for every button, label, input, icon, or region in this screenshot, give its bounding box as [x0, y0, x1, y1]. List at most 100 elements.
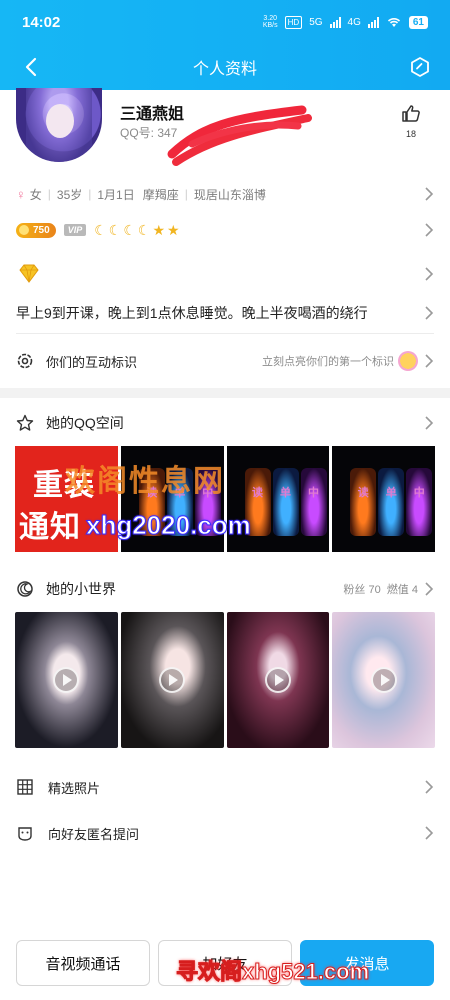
- coin-level-badge: 750: [16, 222, 56, 238]
- qzone-photo[interactable]: 读 单 中: [332, 446, 435, 552]
- moon-icon: ☾: [123, 222, 136, 238]
- thumbs-up-icon: [402, 105, 420, 122]
- play-icon: [159, 667, 186, 693]
- level-icons: ☾ ☾ ☾ ☾ ★ ★: [94, 223, 179, 237]
- separator: |: [184, 187, 188, 201]
- chevron-right-icon: [425, 780, 434, 794]
- avatar-face: [46, 104, 74, 138]
- world-title: 她的小世界: [46, 581, 116, 597]
- jar-label: 读: [252, 487, 263, 499]
- header-bar: 14:02 3.20 KB/s HD 5G 4G 61 个人资料: [0, 0, 450, 90]
- location: 现居山东淄博: [193, 187, 266, 202]
- back-button[interactable]: [18, 53, 44, 81]
- page-title: 个人资料: [192, 61, 257, 78]
- chevron-right-icon: [425, 354, 434, 368]
- gear-icon: [17, 353, 33, 369]
- video-call-button[interactable]: 音视频通话: [16, 940, 150, 986]
- gender: 女: [29, 187, 42, 202]
- net-speed: 3.20 KB/s: [262, 15, 278, 29]
- like-button[interactable]: 18: [400, 104, 422, 139]
- network-5g-label: 5G: [309, 16, 323, 28]
- jar-label: 单: [385, 487, 397, 499]
- hd-icon: HD: [284, 15, 303, 29]
- jar-image: [300, 468, 327, 536]
- interaction-hint: 立刻点亮你们的第一个标识: [262, 351, 418, 371]
- video-thumbnail[interactable]: [120, 612, 224, 748]
- anonymous-question-row[interactable]: 向好友匿名提问: [0, 818, 450, 848]
- play-icon: [264, 667, 291, 693]
- chevron-right-icon: [425, 416, 434, 430]
- signal-icon: [329, 16, 341, 28]
- play-icon: [53, 667, 80, 693]
- moon-icon: ☾: [137, 222, 151, 238]
- chevron-right-icon: [425, 223, 434, 237]
- signal-icon-2: [367, 16, 379, 28]
- moon-icon: ☾: [108, 222, 122, 238]
- battery-icon: 61: [408, 15, 428, 29]
- star-icon: ★: [167, 222, 180, 238]
- wifi-icon: [387, 18, 400, 27]
- level-badges-row[interactable]: 750 VIP ☾ ☾ ☾ ☾ ★ ★: [0, 218, 450, 242]
- separator: |: [88, 187, 92, 201]
- watermark: xhg2020.com: [86, 510, 252, 541]
- star-icon: ★: [152, 222, 166, 238]
- profile-header: 三通燕姐 QQ号: 347 18: [0, 88, 450, 182]
- qzone-section-header[interactable]: 她的QQ空间: [0, 408, 450, 438]
- section-divider: [0, 388, 450, 398]
- chevron-right-icon: [425, 267, 434, 281]
- mask-icon: [18, 827, 32, 841]
- like-count: 18: [405, 129, 416, 139]
- jar-image: [350, 468, 377, 536]
- zodiac: 摩羯座: [142, 187, 179, 202]
- play-icon: [370, 667, 397, 693]
- basic-info-row[interactable]: ♀ 女 | 35岁 | 1月1日 摩羯座 | 现居山东淄博: [0, 182, 450, 206]
- interaction-mark-row[interactable]: 你们的互动标识 立刻点亮你们的第一个标识: [0, 344, 450, 378]
- redaction-scribble: [167, 105, 312, 166]
- featured-photos-row[interactable]: 精选照片: [0, 772, 450, 802]
- video-thumbnail[interactable]: [15, 612, 118, 748]
- video-thumbnail[interactable]: [226, 612, 330, 748]
- chevron-right-icon: [425, 187, 434, 201]
- age: 35岁: [56, 187, 83, 202]
- jar-label: 读: [357, 487, 369, 499]
- chevron-right-icon: [425, 826, 434, 840]
- emoji-badge-icon: [398, 351, 418, 371]
- status-time: 14:02: [22, 13, 61, 31]
- watermark: 欢阁性息网: [65, 465, 225, 498]
- network-4g-label: 4G: [347, 16, 361, 28]
- star-outline-icon: [16, 414, 34, 431]
- anonymous-question-label: 向好友匿名提问: [48, 826, 140, 842]
- diamond-badge-icon: [19, 264, 39, 283]
- world-stats: 粉丝 70 燃值 4: [343, 584, 418, 596]
- status-bar: 14:02 3.20 KB/s HD 5G 4G 61: [0, 0, 450, 44]
- crescent-icon: [17, 581, 33, 597]
- achievement-row[interactable]: [0, 258, 450, 290]
- avatar[interactable]: [16, 88, 102, 162]
- qzone-title: 她的QQ空间: [46, 415, 124, 431]
- birthday: 1月1日: [97, 187, 135, 202]
- coin-icon: [19, 225, 29, 235]
- interaction-label: 你们的互动标识: [46, 354, 138, 370]
- jar-image: [378, 468, 405, 536]
- jar-image: [406, 468, 433, 536]
- signature-text: 早上9到开课，晚上到1点休息睡觉。晚上半夜喝酒的绕行: [16, 305, 368, 321]
- status-icons: 3.20 KB/s HD 5G 4G 61: [263, 15, 428, 29]
- jar-label: 单: [280, 487, 291, 499]
- settings-button[interactable]: [406, 53, 434, 81]
- vip-badge: VIP: [63, 224, 87, 236]
- watermark: 寻欢阁xhg521.com: [175, 959, 370, 985]
- gender-icon: ♀: [16, 186, 26, 202]
- video-thumbnail[interactable]: [332, 612, 435, 748]
- world-section-header[interactable]: 她的小世界 粉丝 70 燃值 4: [0, 574, 450, 604]
- notice-text: 通知: [19, 511, 81, 544]
- jar-label: 中: [413, 487, 425, 499]
- chevron-right-icon: [425, 582, 434, 596]
- world-video-grid: [15, 612, 435, 748]
- chevron-right-icon: [425, 306, 434, 320]
- settings-hexagon-icon: [411, 57, 429, 77]
- moon-icon: ☾: [94, 222, 107, 238]
- back-arrow-icon: [25, 57, 37, 77]
- signature-row[interactable]: 早上9到开课，晚上到1点休息睡觉。晚上半夜喝酒的绕行: [0, 300, 450, 326]
- grid-icon: [17, 779, 33, 795]
- jar-image: [272, 468, 299, 536]
